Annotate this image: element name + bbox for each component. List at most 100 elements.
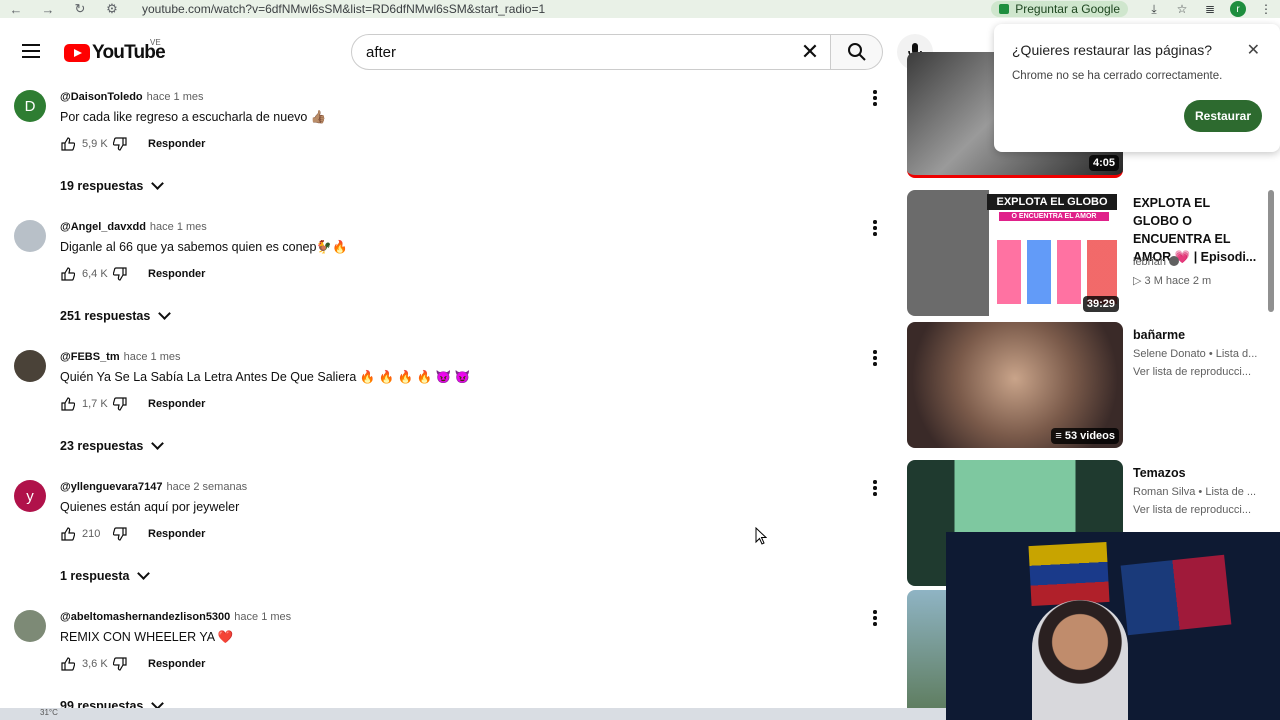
like-icon[interactable] xyxy=(60,266,76,282)
playlist-count-label: 53 videos xyxy=(1064,430,1115,442)
replies-toggle[interactable]: 23 respuestas xyxy=(60,437,165,453)
avatar[interactable]: D xyxy=(14,90,46,122)
address-bar[interactable]: youtube.com/watch?v=6dfNMwl6sSM&list=RD6… xyxy=(142,2,991,16)
playlist-thumbnail[interactable]: ≡ 53 videos xyxy=(907,322,1123,448)
browser-menu-icon[interactable]: ⋮ xyxy=(1252,2,1280,16)
comment-time[interactable]: hace 1 mes xyxy=(150,221,207,233)
reading-list-icon[interactable]: ≣ xyxy=(1196,2,1224,16)
dislike-icon[interactable] xyxy=(112,656,128,672)
replies-toggle[interactable]: 251 respuestas xyxy=(60,307,172,323)
flag-venezuela xyxy=(1028,542,1110,606)
thumbnail-subtitle-text: O ENCUENTRA EL AMOR xyxy=(999,212,1109,221)
chevron-down-icon xyxy=(151,177,165,190)
comment-meta: @yllenguevara7147 hace 2 semanas xyxy=(60,481,247,493)
dialog-message: Chrome no se ha cerrado correctamente. xyxy=(1012,70,1223,82)
reply-button[interactable]: Responder xyxy=(148,528,205,540)
comment-time[interactable]: hace 2 semanas xyxy=(166,481,247,493)
search-button[interactable] xyxy=(831,34,883,70)
channel-name[interactable]: lebriah xyxy=(1133,256,1263,268)
restore-button[interactable]: Restaurar xyxy=(1184,100,1262,132)
like-icon[interactable] xyxy=(60,136,76,152)
playlist-icon: ≡ xyxy=(1055,430,1065,442)
comment-menu-icon[interactable] xyxy=(866,349,884,367)
video-duration: 39:29 xyxy=(1082,296,1119,312)
comment-text: REMIX CON WHEELER YA ❤️ xyxy=(60,630,234,644)
comment-author[interactable]: @FEBS_tm xyxy=(60,351,120,363)
avatar[interactable] xyxy=(14,350,46,382)
scrollbar-thumb[interactable] xyxy=(1268,190,1274,312)
view-playlist-link[interactable]: Ver lista de reproducci... xyxy=(1133,366,1263,378)
playlist-card[interactable]: ≡ 53 videos bañarme Selene Donato • List… xyxy=(907,322,1267,448)
view-playlist-link[interactable]: Ver lista de reproducci... xyxy=(1133,504,1263,516)
comment-time[interactable]: hace 1 mes xyxy=(234,611,291,623)
comment-author[interactable]: @Angel_davxdd xyxy=(60,221,146,233)
ask-google-button[interactable]: Preguntar a Google xyxy=(991,1,1128,17)
site-info-icon[interactable]: ⚙ xyxy=(96,0,128,18)
install-icon[interactable]: ⤓ xyxy=(1140,2,1168,17)
reply-button[interactable]: Responder xyxy=(148,268,205,280)
reply-button[interactable]: Responder xyxy=(148,398,205,410)
dislike-icon[interactable] xyxy=(112,136,128,152)
comment-author[interactable]: @DaisonToledo xyxy=(60,91,143,103)
comment-actions: 210 Responder xyxy=(60,526,205,542)
comment-time[interactable]: hace 1 mes xyxy=(147,91,204,103)
reply-button[interactable]: Responder xyxy=(148,138,205,150)
playlist-owner[interactable]: Roman Silva • Lista de ... xyxy=(1133,486,1263,498)
comment-meta: @Angel_davxdd hace 1 mes xyxy=(60,221,207,233)
comment-menu-icon[interactable] xyxy=(866,479,884,497)
comment-author[interactable]: @abeltomashernandezlison5300 xyxy=(60,611,230,623)
webcam-overlay xyxy=(946,532,1280,720)
comment-text: Quién Ya Se La Sabía La Letra Antes De Q… xyxy=(60,370,471,384)
related-video-card[interactable]: EXPLOTA EL GLOBO O ENCUENTRA EL AMOR 39:… xyxy=(907,190,1267,316)
youtube-logo[interactable]: YouTube VE xyxy=(64,38,166,64)
search-input[interactable]: after ✕ xyxy=(351,34,831,70)
playlist-title[interactable]: bañarme xyxy=(1133,326,1257,344)
comment-time[interactable]: hace 1 mes xyxy=(124,351,181,363)
playlist-owner[interactable]: Selene Donato • Lista d... xyxy=(1133,348,1263,360)
like-icon[interactable] xyxy=(60,656,76,672)
back-icon[interactable]: ← xyxy=(0,0,32,18)
chevron-down-icon xyxy=(151,437,165,450)
like-count: 210 xyxy=(82,528,101,540)
clear-search-icon[interactable]: ✕ xyxy=(798,40,822,64)
close-icon[interactable]: ✕ xyxy=(1247,40,1260,60)
comment-menu-icon[interactable] xyxy=(866,219,884,237)
comments-section: D @DaisonToledo hace 1 mes Por cada like… xyxy=(0,76,900,720)
profile-avatar[interactable]: r xyxy=(1230,1,1246,17)
browser-toolbar: ← → ↻ ⚙ youtube.com/watch?v=6dfNMwl6sSM&… xyxy=(0,0,1280,18)
comment-meta: @DaisonToledo hace 1 mes xyxy=(60,91,204,103)
comment-text: Por cada like regreso a escucharla de nu… xyxy=(60,110,327,124)
country-code: VE xyxy=(150,38,161,47)
comment-menu-icon[interactable] xyxy=(866,89,884,107)
comment-menu-icon[interactable] xyxy=(866,609,884,627)
menu-icon[interactable] xyxy=(22,44,40,58)
comment-actions: 1,7 K Responder xyxy=(60,396,205,412)
chevron-down-icon xyxy=(137,567,151,580)
dislike-icon[interactable] xyxy=(112,266,128,282)
dislike-icon[interactable] xyxy=(112,396,128,412)
avatar[interactable] xyxy=(14,610,46,642)
avatar[interactable]: y xyxy=(14,480,46,512)
bookmark-star-icon[interactable]: ☆ xyxy=(1168,2,1196,16)
like-count: 3,6 K xyxy=(82,658,108,670)
comment-thread: @abeltomashernandezlison5300 hace 1 mes … xyxy=(0,602,900,720)
video-stats-label: 3 M hace 2 m xyxy=(1144,275,1212,287)
video-duration: 4:05 xyxy=(1088,155,1119,171)
reply-button[interactable]: Responder xyxy=(148,658,205,670)
profile-slot: r xyxy=(1224,1,1252,17)
video-thumbnail[interactable]: EXPLOTA EL GLOBO O ENCUENTRA EL AMOR 39:… xyxy=(907,190,1123,316)
avatar[interactable] xyxy=(14,220,46,252)
like-icon[interactable] xyxy=(60,396,76,412)
playlist-title[interactable]: Temazos xyxy=(1133,464,1257,482)
replies-toggle[interactable]: 19 respuestas xyxy=(60,177,165,193)
replies-count: 19 respuestas xyxy=(60,179,144,193)
comment-author[interactable]: @yllenguevara7147 xyxy=(60,481,162,493)
like-count: 6,4 K xyxy=(82,268,108,280)
reload-icon[interactable]: ↻ xyxy=(64,0,96,18)
like-icon[interactable] xyxy=(60,526,76,542)
channel-label: lebriah xyxy=(1133,256,1167,268)
forward-icon[interactable]: → xyxy=(32,0,64,18)
dislike-icon[interactable] xyxy=(112,526,128,542)
replies-toggle[interactable]: 1 respuesta xyxy=(60,567,151,583)
search-value: after xyxy=(366,43,397,61)
